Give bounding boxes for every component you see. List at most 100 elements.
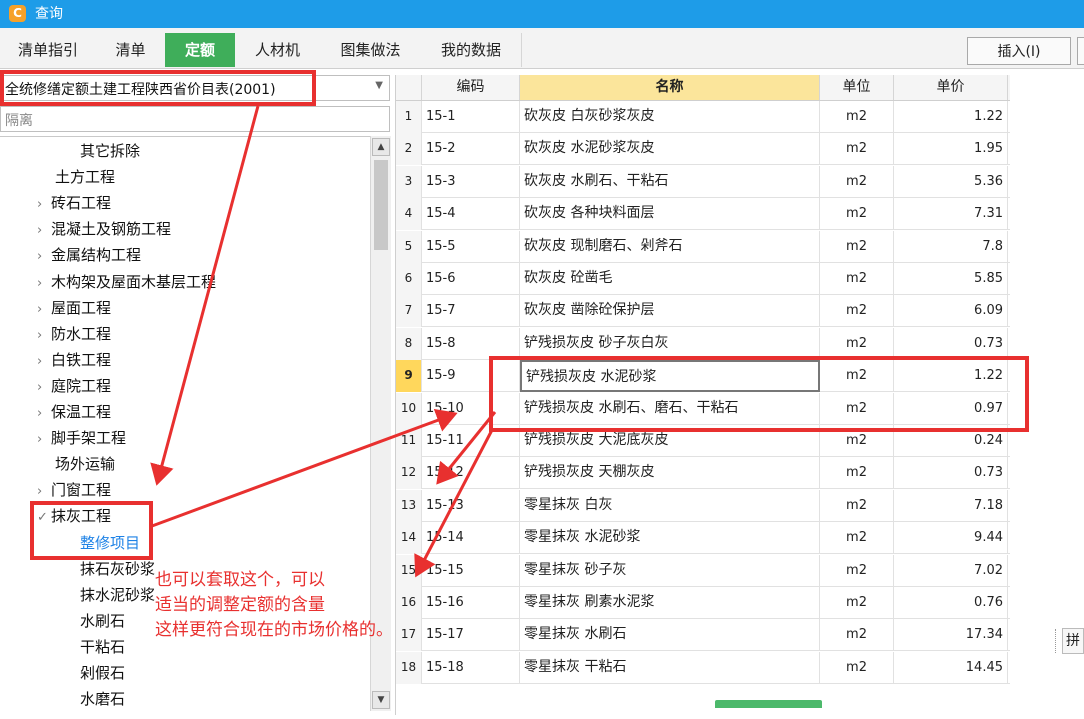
table-row[interactable]: 10 15-10 铲残损灰皮 水刷石、磨石、干粘石 m2 0.97 [396, 392, 1010, 425]
table-row[interactable]: 3 15-3 砍灰皮 水刷石、干粘石 m2 5.36 [396, 165, 1010, 198]
tree-item[interactable]: 土方工程 [55, 165, 115, 189]
search-input[interactable] [3, 108, 387, 132]
table-row[interactable]: 13 15-13 零星抹灰 白灰 m2 7.18 [396, 489, 1010, 522]
collapse-handle[interactable] [715, 700, 822, 708]
table-row[interactable]: 1 15-1 砍灰皮 白灰砂浆灰皮 m2 1.22 [396, 101, 1010, 133]
tree-item[interactable]: › 砖石工程 [37, 191, 111, 215]
chevron-right-icon[interactable]: › [37, 376, 51, 400]
scroll-up-icon[interactable]: ▲ [372, 138, 390, 156]
table-row[interactable]: 15 15-15 零星抹灰 砂子灰 m2 7.02 [396, 554, 1010, 587]
chevron-right-icon[interactable]: › [37, 272, 51, 296]
chevron-right-icon[interactable]: › [37, 245, 51, 269]
unit-cell: m2 [820, 263, 894, 295]
code-cell: 15-2 [422, 133, 520, 166]
chevron-right-icon[interactable]: › [37, 480, 51, 504]
row-number: 18 [396, 651, 422, 684]
tree-item[interactable]: › 金属结构工程 [37, 243, 141, 267]
tree-item[interactable]: 其它拆除 [80, 139, 140, 163]
code-cell: 15-16 [422, 587, 520, 619]
table-row[interactable]: 18 15-18 零星抹灰 干粘石 m2 14.45 [396, 651, 1010, 684]
table-row[interactable]: 12 15-12 铲残损灰皮 天棚灰皮 m2 0.73 [396, 457, 1010, 490]
tree-item-label: 剁假石 [80, 664, 126, 682]
tree-item-label: 抹石灰砂浆 [80, 559, 156, 578]
table-row[interactable]: 9 15-9 铲残损灰皮 水泥砂浆 m2 1.22 [396, 360, 1010, 393]
row-number: 3 [396, 165, 422, 198]
quota-table: 编码 名称 单位 单价 1 15-1 砍灰皮 白灰砂浆灰皮 m2 1.22 2 15-2 砍灰… [395, 75, 1010, 715]
chevron-right-icon[interactable]: › [37, 298, 51, 322]
tree-item[interactable]: › 防水工程 [37, 322, 111, 346]
side-button[interactable]: 拼 [1055, 628, 1084, 654]
tree-item[interactable]: 抹水泥砂浆 [80, 583, 155, 607]
header-name[interactable]: 名称 [520, 75, 820, 100]
tree-item[interactable]: 剁假石 [80, 661, 125, 685]
tree-item[interactable]: 水磨石 [80, 687, 125, 711]
tree-item[interactable]: 水刷石 [80, 609, 125, 633]
tree-item[interactable]: › 保温工程 [37, 400, 111, 424]
chevron-right-icon[interactable]: › [37, 193, 51, 217]
header-unit[interactable]: 单位 [820, 75, 894, 100]
tab-labor-material[interactable]: 人材机 [235, 33, 321, 67]
insert-button[interactable]: 插入(I) [967, 37, 1071, 65]
annotation-line: 这样更符合现在的市场价格的。 [155, 620, 393, 640]
row-number: 13 [396, 489, 422, 522]
unit-cell: m2 [820, 101, 894, 133]
table-row[interactable]: 5 15-5 砍灰皮 现制磨石、剁斧石 m2 7.8 [396, 230, 1010, 263]
tab-quota[interactable]: 定额 [165, 33, 236, 67]
tree-item[interactable]: › 混凝土及钢筋工程 [37, 217, 171, 241]
tab-my-data[interactable]: 我的数据 [421, 33, 522, 67]
table-row[interactable]: 16 15-16 零星抹灰 刷素水泥浆 m2 0.76 [396, 587, 1010, 619]
table-row[interactable]: 4 15-4 砍灰皮 各种块料面层 m2 7.31 [396, 198, 1010, 231]
chevron-right-icon[interactable]: › [37, 219, 51, 243]
unit-cell: m2 [820, 198, 894, 231]
tree-item[interactable]: 干粘石 [80, 635, 125, 659]
chevron-down-icon[interactable]: ✓ [37, 506, 51, 530]
tree-item-label: 防水工程 [51, 324, 112, 343]
tab-bill-guide[interactable]: 清单指引 [0, 33, 97, 67]
table-row[interactable]: 7 15-7 砍灰皮 凿除砼保护层 m2 6.09 [396, 295, 1010, 328]
code-cell: 15-11 [422, 425, 520, 457]
search-box[interactable] [0, 106, 390, 132]
row-number: 5 [396, 230, 422, 263]
header-code[interactable]: 编码 [422, 75, 520, 100]
tree-item[interactable]: › 白铁工程 [37, 348, 111, 372]
chevron-right-icon[interactable]: › [37, 350, 51, 374]
tree-item[interactable]: 场外运输 [55, 452, 115, 476]
price-cell: 1.22 [894, 101, 1008, 133]
tree-item[interactable]: › 屋面工程 [37, 296, 111, 320]
tree-item[interactable]: 抹石灰砂浆 [80, 557, 155, 581]
table-row[interactable]: 11 15-11 铲残损灰皮 大泥底灰皮 m2 0.24 [396, 425, 1010, 457]
scroll-down-icon[interactable]: ▼ [372, 691, 390, 709]
tree-item[interactable]: › 木构架及屋面木基层工程 [37, 270, 216, 294]
dropdown-arrow-icon[interactable]: ▼ [375, 80, 383, 91]
scroll-thumb[interactable] [374, 160, 388, 250]
unit-cell: m2 [820, 165, 894, 198]
tree-item[interactable]: 整修项目 [80, 531, 140, 555]
table-row[interactable]: 2 15-2 砍灰皮 水泥砂浆灰皮 m2 1.95 [396, 133, 1010, 166]
tree-item-label: 金属结构工程 [51, 246, 142, 265]
header-price[interactable]: 单价 [894, 75, 1008, 100]
chevron-right-icon[interactable]: › [37, 402, 51, 426]
tree-item-label: 抹灰工程 [51, 507, 112, 526]
name-cell: 砍灰皮 水泥砂浆灰皮 [520, 133, 820, 166]
code-cell: 15-17 [422, 619, 520, 652]
code-cell: 15-14 [422, 522, 520, 555]
code-cell: 15-9 [422, 360, 520, 393]
table-row[interactable]: 6 15-6 砍灰皮 砼凿毛 m2 5.85 [396, 263, 1010, 295]
table-row[interactable]: 8 15-8 铲残损灰皮 砂子灰白灰 m2 0.73 [396, 327, 1010, 360]
table-row[interactable]: 14 15-14 零星抹灰 水泥砂浆 m2 9.44 [396, 522, 1010, 555]
annotation-line: 也可以套取这个，可以 [155, 570, 325, 590]
chevron-right-icon[interactable]: › [37, 324, 51, 348]
tree-item[interactable]: › 门窗工程 [37, 478, 111, 502]
tab-bill[interactable]: 清单 [96, 33, 166, 67]
chevron-right-icon[interactable]: › [37, 428, 51, 452]
name-cell: 砍灰皮 白灰砂浆灰皮 [520, 101, 820, 133]
table-row[interactable]: 17 15-17 零星抹灰 水刷石 m2 17.34 [396, 619, 1010, 652]
tab-atlas[interactable]: 图集做法 [320, 33, 422, 67]
tree-item[interactable]: › 庭院工程 [37, 374, 111, 398]
catalog-select[interactable]: 全统修缮定额土建工程陕西省价目表(2001) ▼ [0, 75, 390, 101]
price-cell: 5.36 [894, 165, 1008, 198]
row-number: 15 [396, 554, 422, 587]
tree-item[interactable]: › 脚手架工程 [37, 426, 126, 450]
overflow-button[interactable] [1077, 37, 1084, 65]
tree-item[interactable]: ✓ 抹灰工程 [37, 504, 111, 528]
